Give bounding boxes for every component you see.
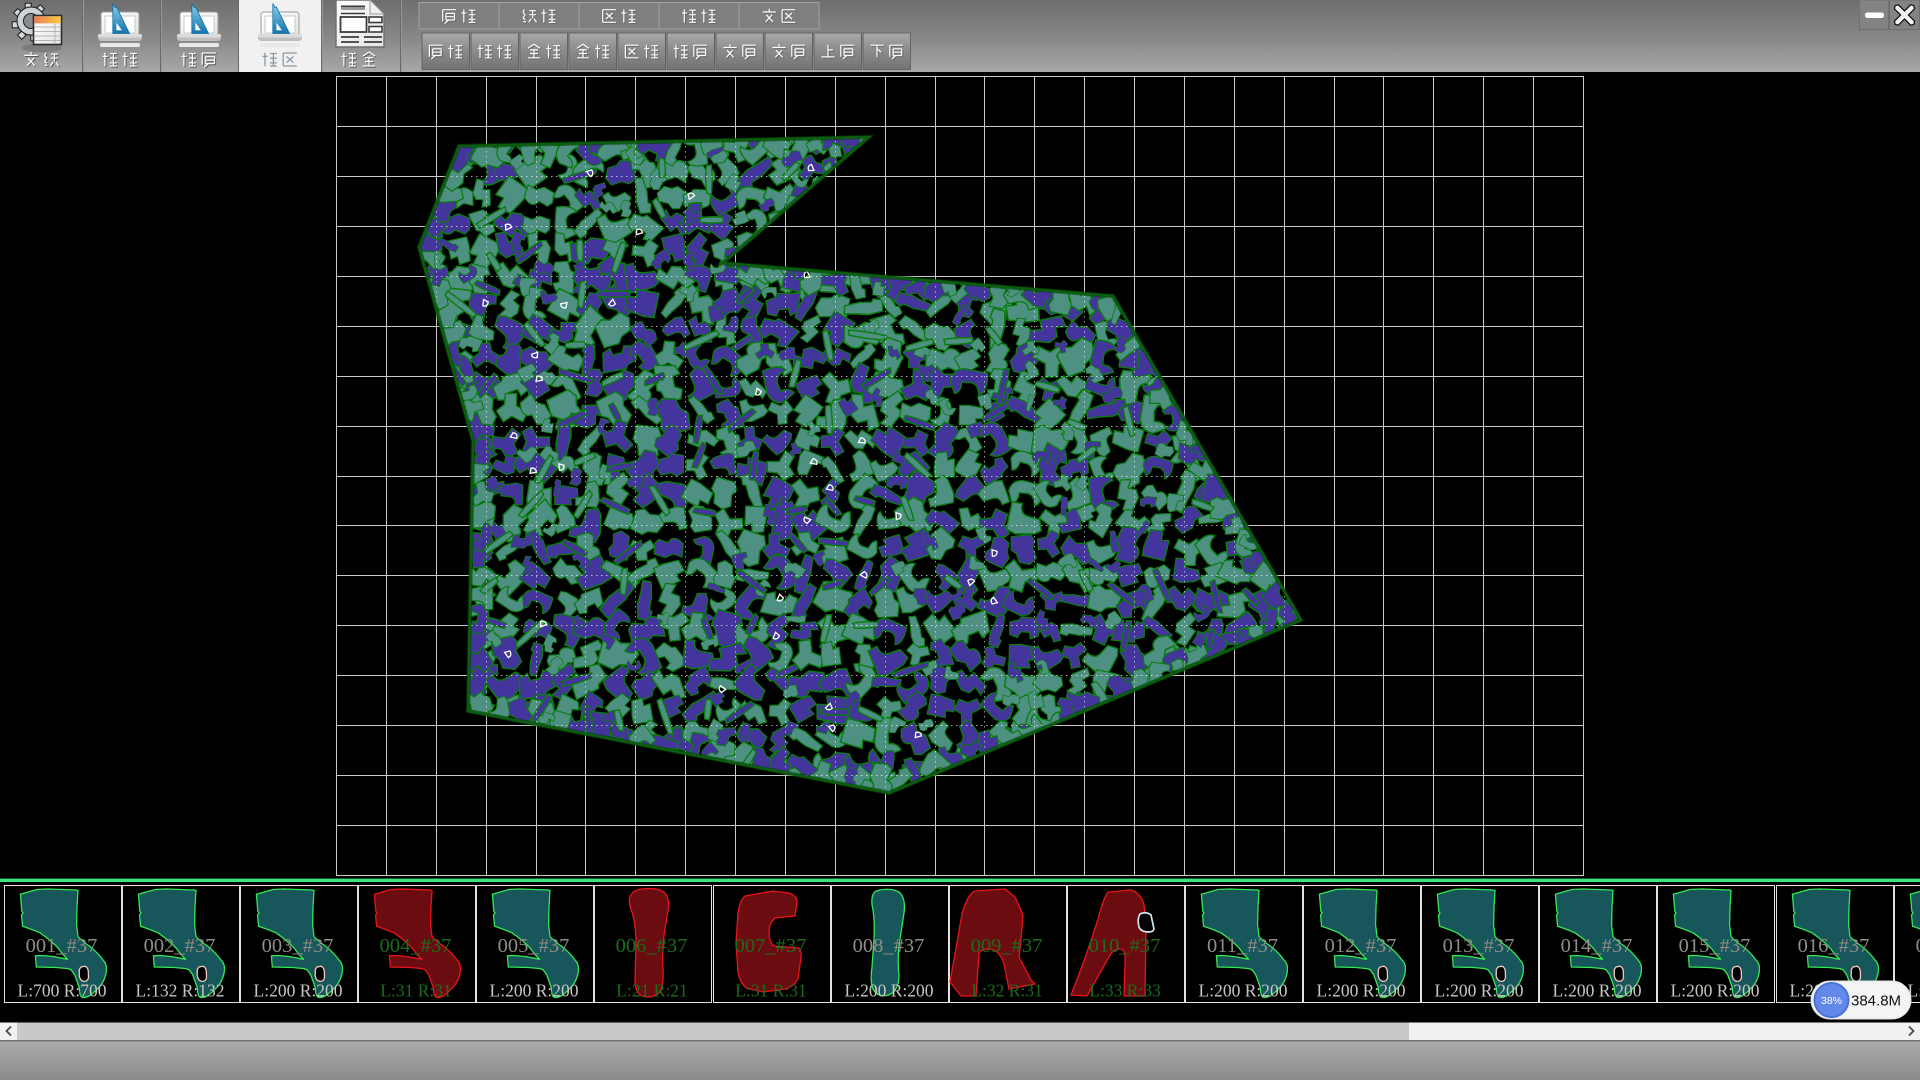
svg-text:L:33 R:33: L:33 R:33 <box>1089 981 1161 1001</box>
svg-text:003_#37: 003_#37 <box>262 935 334 957</box>
svg-text:L:31 R:31: L:31 R:31 <box>380 981 451 1001</box>
svg-text:L:700 R:700: L:700 R:700 <box>18 981 107 1001</box>
svg-text:384.8M: 384.8M <box>1851 993 1901 1010</box>
svg-text:005_#37: 005_#37 <box>498 935 570 957</box>
svg-text:002_#37: 002_#37 <box>144 935 216 957</box>
svg-text:L:32 R:31: L:32 R:31 <box>971 981 1042 1001</box>
svg-text:L:31 R:31: L:31 R:31 <box>735 981 806 1001</box>
svg-text:007_#37: 007_#37 <box>735 935 807 957</box>
svg-text:016_#37: 016_#37 <box>1798 935 1870 957</box>
svg-text:008_#37: 008_#37 <box>853 935 925 957</box>
svg-text:017_#37: 017_#37 <box>1916 935 1920 957</box>
svg-text:011_#37: 011_#37 <box>1207 935 1278 957</box>
svg-text:L:200 R:200: L:200 R:200 <box>1317 981 1406 1001</box>
svg-text:L:132 R:132: L:132 R:132 <box>136 981 225 1001</box>
svg-text:006_#37: 006_#37 <box>616 935 688 957</box>
svg-text:012_#37: 012_#37 <box>1325 935 1397 957</box>
svg-text:L:200 R:200: L:200 R:200 <box>1671 981 1760 1001</box>
svg-text:L:200 R:200: L:200 R:200 <box>1199 981 1288 1001</box>
svg-text:013_#37: 013_#37 <box>1443 935 1515 957</box>
svg-text:38%: 38% <box>1821 995 1842 1007</box>
svg-text:L:200 R:200: L:200 R:200 <box>490 981 579 1001</box>
svg-text:L:21 R:21: L:21 R:21 <box>616 981 687 1001</box>
svg-text:L:200 R:200: L:200 R:200 <box>254 981 343 1001</box>
svg-text:010_#37: 010_#37 <box>1089 935 1161 957</box>
svg-text:014_#37: 014_#37 <box>1561 935 1633 957</box>
svg-text:004_#37: 004_#37 <box>380 935 452 957</box>
svg-text:L:200 R:200: L:200 R:200 <box>1553 981 1642 1001</box>
svg-text:009_#37: 009_#37 <box>971 935 1043 957</box>
svg-text:001_#37: 001_#37 <box>26 935 98 957</box>
svg-text:L:200 R:200: L:200 R:200 <box>845 981 934 1001</box>
svg-text:015_#37: 015_#37 <box>1679 935 1751 957</box>
svg-text:L:200 R:200: L:200 R:200 <box>1435 981 1524 1001</box>
